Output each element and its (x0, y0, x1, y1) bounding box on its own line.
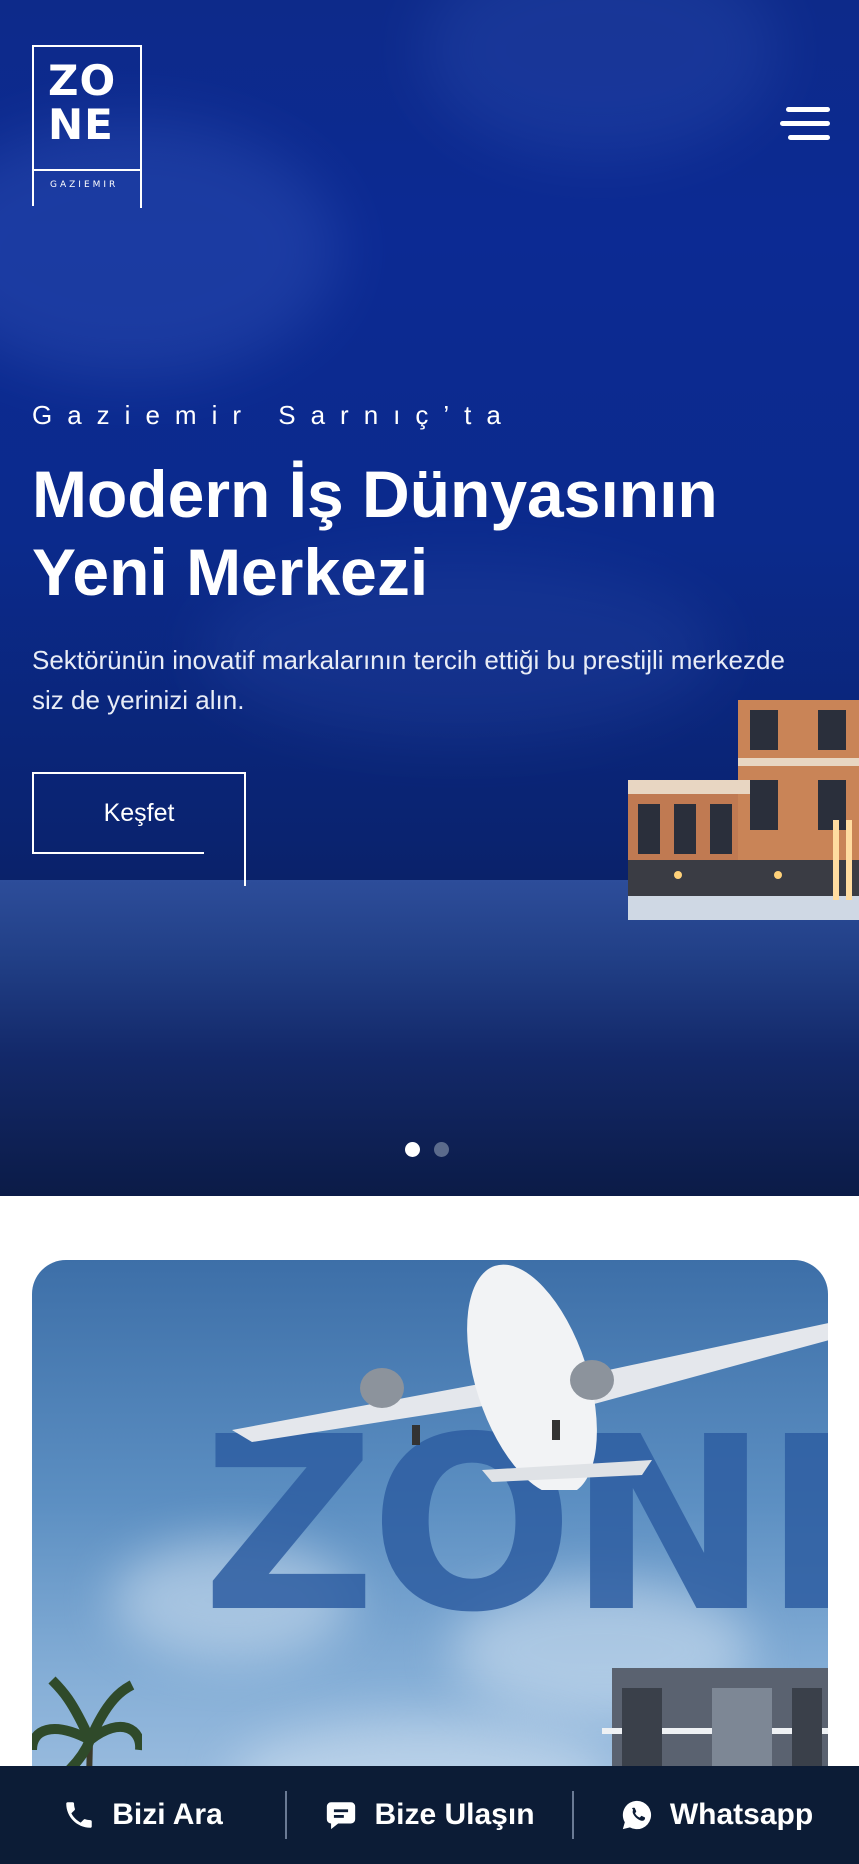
logo-line2: NE (48, 100, 114, 149)
bottom-action-bar: Bizi Ara Bize Ulaşın Whatsapp (0, 1766, 859, 1864)
menu-line (786, 107, 830, 112)
contact-button[interactable]: Bize Ulaşın (287, 1766, 572, 1864)
explore-button-label: Keşfet (103, 798, 175, 827)
hero-title-line1: Modern İş Dünyasının (32, 457, 718, 531)
hero-title-line2: Yeni Merkezi (32, 535, 429, 609)
hero-slider: ZO NE GAZIEMIR Gaziemir Sarnıç’ta Modern… (0, 0, 859, 1196)
phone-icon (66, 1802, 92, 1828)
whatsapp-button[interactable]: Whatsapp (574, 1766, 859, 1864)
site-logo[interactable]: ZO NE GAZIEMIR (32, 45, 142, 208)
message-icon (327, 1802, 356, 1830)
slider-dots (405, 1142, 449, 1157)
menu-line (788, 135, 830, 140)
menu-line (780, 121, 830, 126)
logo-line1: ZO (48, 56, 117, 105)
hero-title: Modern İş Dünyasının Yeni Merkezi (32, 455, 832, 611)
hero-description: Sektörünün inovatif markalarının tercih … (32, 645, 785, 715)
building-image (628, 700, 859, 920)
call-button-label: Bizi Ara (112, 1798, 223, 1831)
logo-subtitle: GAZIEMIR (50, 180, 119, 190)
slider-dot[interactable] (434, 1142, 449, 1157)
hero-cloud (420, 0, 780, 160)
call-button[interactable]: Bizi Ara (0, 1766, 285, 1864)
airplane-image (232, 1264, 828, 1490)
contact-button-label: Bize Ulaşın (374, 1798, 535, 1831)
slider-dot-active[interactable] (405, 1142, 420, 1157)
logo-border (140, 47, 142, 208)
button-border (32, 852, 204, 854)
explore-button[interactable]: Keşfet (32, 772, 246, 886)
whatsapp-icon (622, 1800, 651, 1830)
logo-wordmark: ZO NE (48, 59, 116, 147)
whatsapp-button-label: Whatsapp (669, 1798, 814, 1831)
hero-eyebrow: Gaziemir Sarnıç’ta (32, 400, 516, 430)
hamburger-menu-icon[interactable] (778, 103, 830, 147)
logo-divider (32, 169, 142, 171)
button-border (244, 772, 246, 886)
